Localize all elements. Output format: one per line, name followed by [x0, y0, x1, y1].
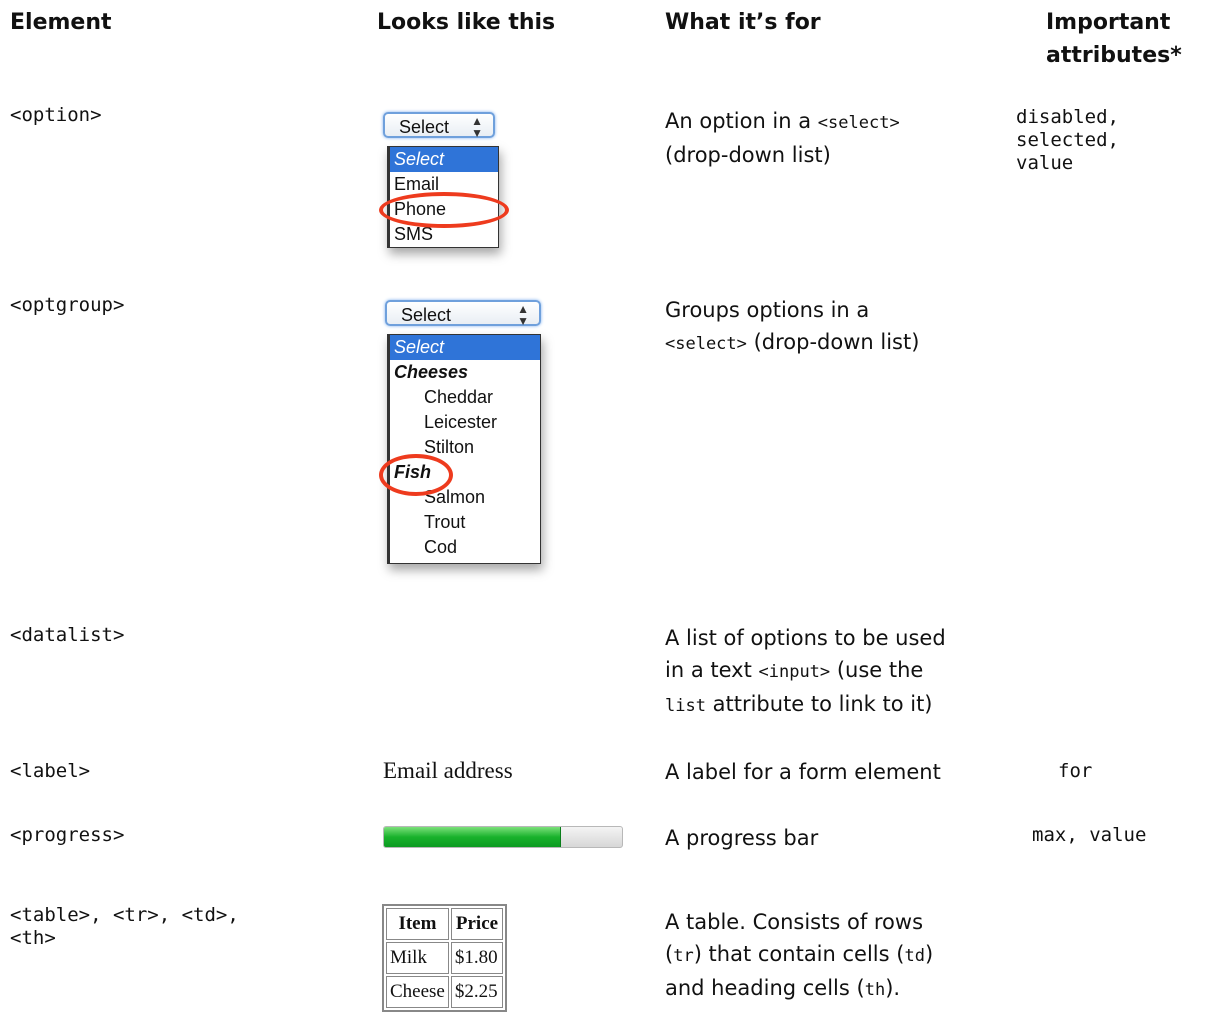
progress-bar	[383, 826, 623, 848]
desc-datalist: A list of options to be used in a text <…	[665, 626, 946, 716]
highlight-ring	[379, 454, 453, 496]
updown-arrows-icon: ▲ ▼	[517, 302, 529, 328]
code-list: list	[665, 696, 706, 716]
table-row: Cheese $2.25	[386, 976, 504, 1008]
desc-progress: A progress bar	[665, 826, 819, 850]
element-progress: <progress>	[10, 824, 125, 846]
demo-table: Item Price Milk $1.80 Cheese $2.25	[382, 904, 508, 1012]
optgroup-label: Cheeses	[394, 362, 469, 382]
code-select: <select>	[665, 334, 747, 354]
desc-label: A label for a form element	[665, 760, 941, 784]
header-element: Element	[10, 10, 112, 35]
option-item[interactable]: Select	[390, 335, 540, 360]
progress-bar-fill	[384, 827, 562, 847]
table-row: Item Price	[386, 908, 504, 940]
code-tr: tr	[673, 946, 694, 966]
option-item[interactable]: Cod	[390, 535, 540, 560]
header-purpose: What it’s for	[665, 10, 821, 35]
code-th: th	[864, 980, 886, 1000]
element-table: <table>, <tr>, <td>, <th>	[10, 904, 239, 949]
optgroup-select-button[interactable]: Select ▲ ▼	[385, 300, 541, 328]
header-attributes: Important attributes*	[1046, 6, 1182, 72]
option-item[interactable]: Cheddar	[390, 385, 540, 410]
desc-optgroup: Groups options in a <select> (drop-down …	[665, 298, 920, 354]
element-optgroup: <optgroup>	[10, 294, 125, 316]
element-option: <option>	[10, 104, 102, 126]
option-item[interactable]: Leicester	[390, 410, 540, 435]
code-td: td	[904, 946, 925, 966]
table-row: Milk $1.80	[386, 942, 504, 974]
option-item[interactable]: Select	[390, 147, 498, 172]
element-datalist: <datalist>	[10, 624, 125, 646]
label-demo-text: Email address	[383, 758, 513, 783]
table-cell: $2.25	[450, 976, 504, 1008]
table-header-cell: Price	[450, 908, 504, 940]
highlight-ring	[379, 192, 509, 228]
table-header-cell: Item	[386, 908, 449, 940]
optgroup-select-demo: Select ▲ ▼ Select Cheeses Cheddar Leicest…	[377, 292, 547, 582]
attrs-label: for	[1058, 760, 1093, 782]
attrs-progress: max, value	[1032, 824, 1147, 846]
optgroup-select-button-label: Select	[401, 305, 452, 325]
option-select-button-label: Select	[399, 117, 450, 137]
code-input: <input>	[758, 662, 831, 682]
table-cell: Milk	[386, 942, 449, 974]
desc-option: An option in a <select> (drop-down list)	[665, 109, 900, 167]
table-cell: Cheese	[386, 976, 449, 1008]
option-select-button[interactable]: Select ▲ ▼	[383, 112, 495, 140]
option-item[interactable]: Trout	[390, 510, 540, 535]
updown-arrows-icon: ▲ ▼	[471, 114, 483, 140]
header-attributes-line2: attributes*	[1046, 43, 1182, 68]
table-cell: $1.80	[450, 942, 504, 974]
option-select-demo: Select ▲ ▼ Select Email Phone SMS	[377, 104, 509, 260]
attrs-option: disabled, selected, value	[1016, 106, 1119, 174]
code-select: <select>	[817, 113, 900, 133]
header-looks-like: Looks like this	[377, 10, 556, 35]
element-label: <label>	[10, 760, 91, 782]
desc-table: A table. Consists of rows (tr) that cont…	[665, 910, 934, 1000]
header-attributes-line1: Important	[1046, 10, 1171, 35]
optgroup-dropdown-list: Select Cheeses Cheddar Leicester Stilton…	[387, 334, 541, 564]
